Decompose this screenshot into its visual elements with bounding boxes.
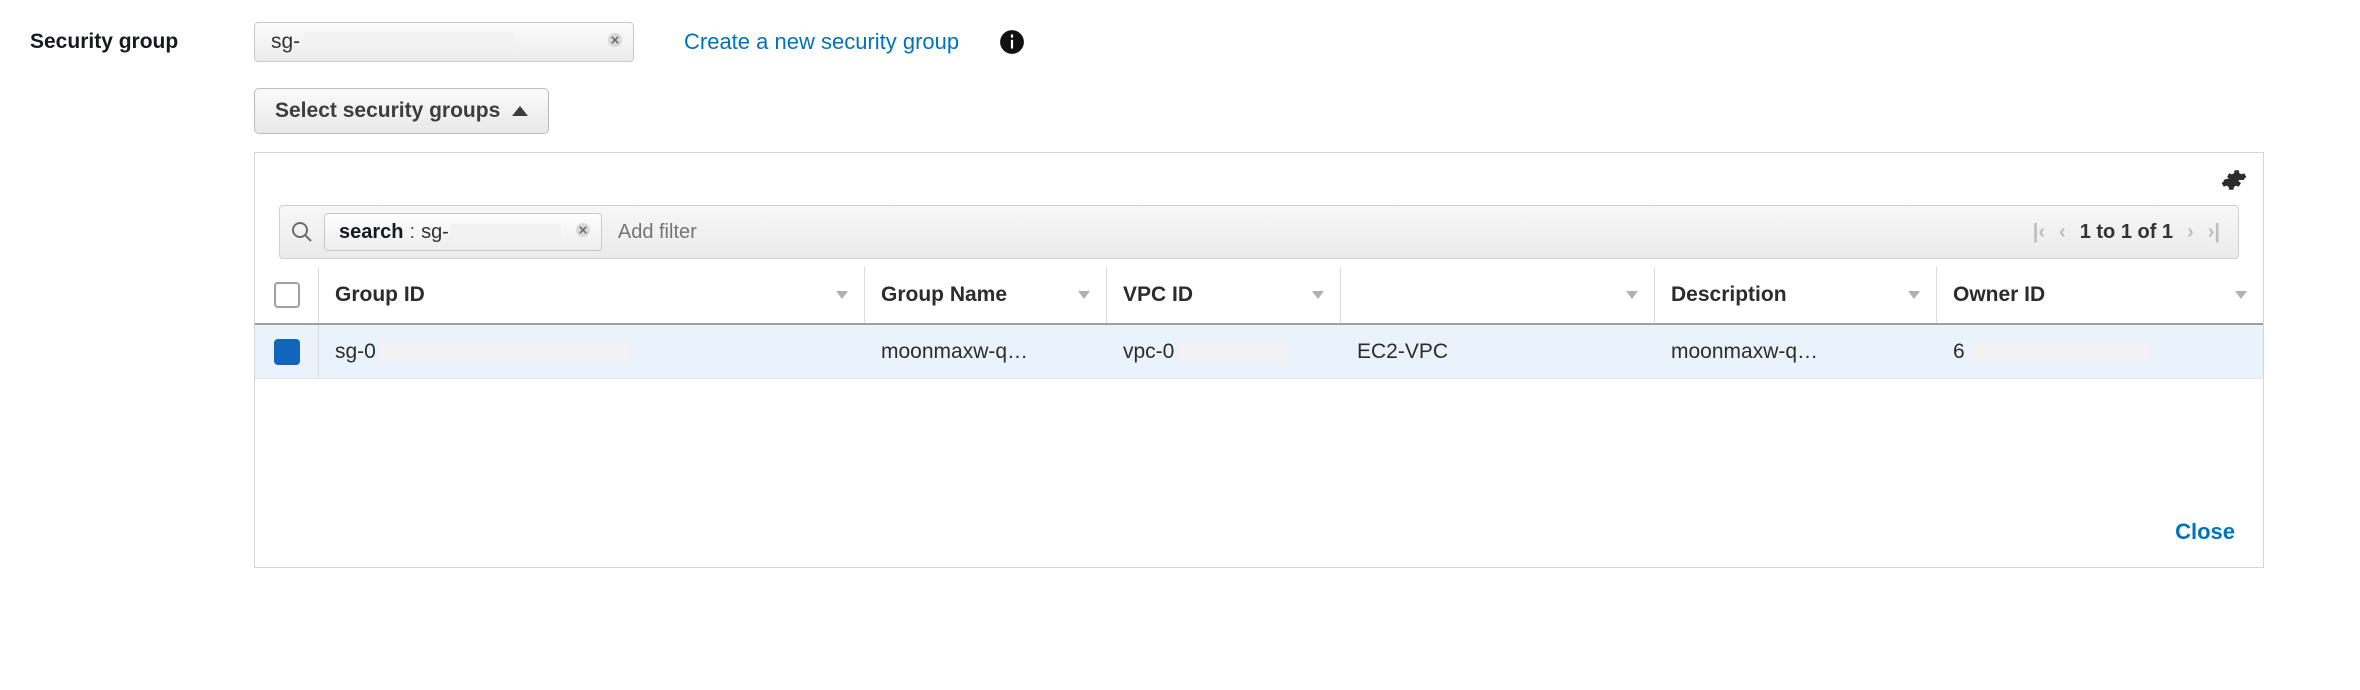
- pager-prev-icon[interactable]: ‹: [2059, 221, 2066, 244]
- header-owner-id-label: Owner ID: [1953, 283, 2045, 307]
- filter-chip-value: sg-: [421, 221, 449, 244]
- header-select-all[interactable]: [255, 267, 319, 323]
- header-group-name[interactable]: Group Name: [865, 267, 1107, 323]
- filter-chip-sep: :: [404, 221, 422, 244]
- close-icon[interactable]: [607, 31, 623, 54]
- table-header: Group ID Group Name VPC ID Description: [255, 267, 2263, 325]
- search-icon: [280, 220, 324, 244]
- cell-owner-id-text: 6: [1953, 340, 1965, 364]
- close-button[interactable]: Close: [2175, 519, 2235, 545]
- header-description-label: Description: [1671, 283, 1787, 307]
- pager-count: 1 to 1 of 1: [2080, 221, 2173, 244]
- header-description[interactable]: Description: [1655, 267, 1937, 323]
- security-groups-panel: search : sg- |‹ ‹ 1 to 1 of 1 › ›|: [254, 152, 2264, 568]
- create-security-group-link[interactable]: Create a new security group: [684, 29, 959, 55]
- header-extra[interactable]: [1341, 267, 1655, 323]
- info-icon[interactable]: [999, 29, 1025, 55]
- header-group-name-label: Group Name: [881, 283, 1007, 307]
- checkbox-icon[interactable]: [274, 282, 300, 308]
- checkbox-icon[interactable]: [274, 339, 300, 365]
- header-vpc-id[interactable]: VPC ID: [1107, 267, 1341, 323]
- cell-group-id-text: sg-0: [335, 340, 376, 364]
- cell-owner-id: 6: [1937, 325, 2263, 378]
- sort-caret-icon: [1908, 291, 1920, 299]
- security-groups-table: Group ID Group Name VPC ID Description: [255, 267, 2263, 379]
- add-filter-input[interactable]: [616, 206, 2015, 258]
- chevron-up-icon: [512, 106, 528, 116]
- cell-vpc-id: vpc-0: [1107, 325, 1341, 378]
- row-checkbox-cell[interactable]: [255, 325, 319, 378]
- cell-vpc-id-text: vpc-0: [1123, 340, 1174, 364]
- dropdown-label: Select security groups: [275, 99, 500, 123]
- pager: |‹ ‹ 1 to 1 of 1 › ›|: [2015, 221, 2238, 244]
- selected-security-group-tag[interactable]: sg-: [254, 22, 634, 62]
- security-group-label: Security group: [30, 30, 240, 54]
- header-vpc-id-label: VPC ID: [1123, 283, 1193, 307]
- pager-last-icon[interactable]: ›|: [2208, 221, 2220, 244]
- cell-extra: EC2-VPC: [1341, 325, 1655, 378]
- select-security-groups-dropdown[interactable]: Select security groups: [254, 88, 549, 134]
- sort-caret-icon: [1626, 291, 1638, 299]
- redacted-text: [1969, 342, 2149, 362]
- sort-caret-icon: [1078, 291, 1090, 299]
- selected-security-group-text: sg-: [271, 30, 300, 54]
- redacted-text: [380, 342, 630, 362]
- redacted-text: [304, 32, 514, 52]
- table-row[interactable]: sg-0 moonmaxw-q… vpc-0 EC2-VPC moonmaxw-…: [255, 325, 2263, 379]
- filter-bar: search : sg- |‹ ‹ 1 to 1 of 1 › ›|: [279, 205, 2239, 259]
- cell-group-id: sg-0: [319, 325, 865, 378]
- sort-caret-icon: [2235, 291, 2247, 299]
- close-icon[interactable]: [575, 221, 591, 244]
- filter-chip-key: search: [339, 221, 404, 244]
- redacted-text: [1178, 342, 1288, 362]
- header-group-id-label: Group ID: [335, 283, 425, 307]
- sort-caret-icon: [1312, 291, 1324, 299]
- redacted-text: [451, 224, 561, 240]
- filter-chip[interactable]: search : sg-: [324, 213, 602, 251]
- sort-caret-icon: [836, 291, 848, 299]
- cell-group-name: moonmaxw-q…: [865, 325, 1107, 378]
- header-owner-id[interactable]: Owner ID: [1937, 267, 2263, 323]
- gear-icon[interactable]: [2221, 167, 2247, 196]
- cell-description: moonmaxw-q…: [1655, 325, 1937, 378]
- pager-first-icon[interactable]: |‹: [2033, 221, 2045, 244]
- header-group-id[interactable]: Group ID: [319, 267, 865, 323]
- pager-next-icon[interactable]: ›: [2187, 221, 2194, 244]
